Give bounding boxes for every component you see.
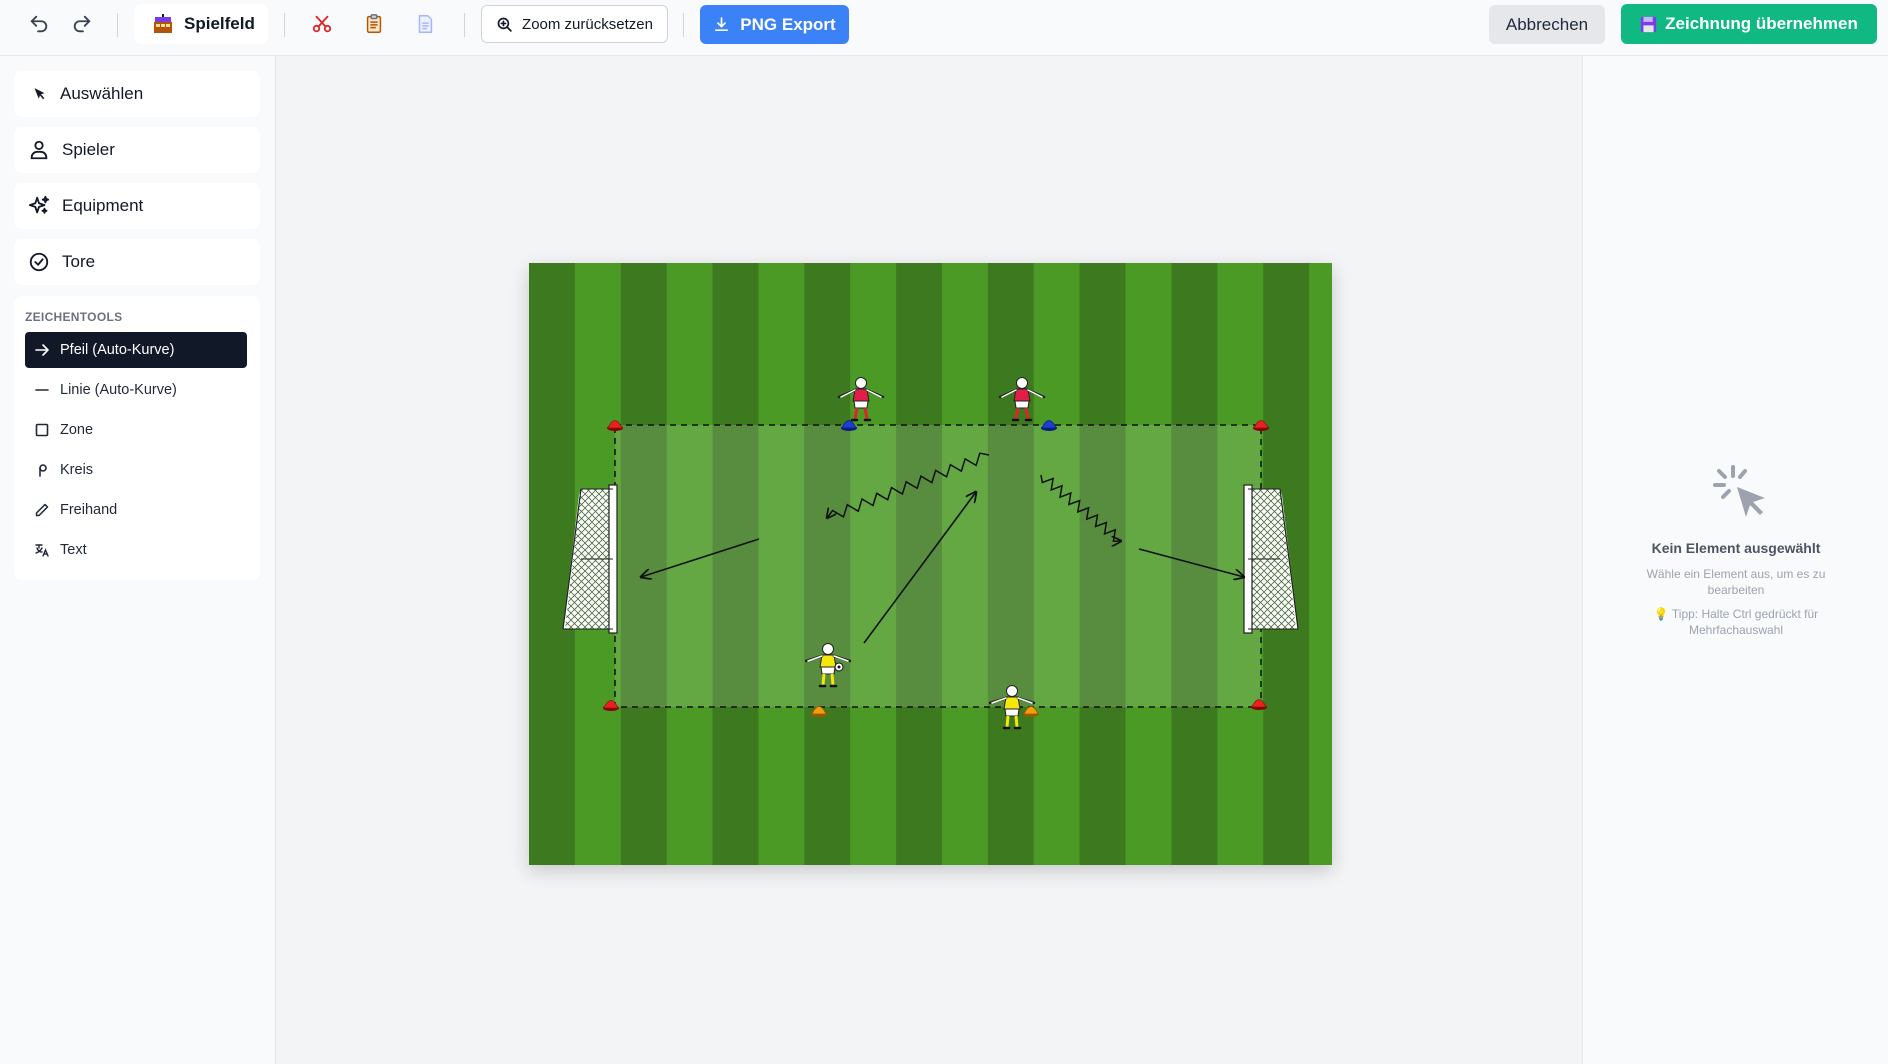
toolbar-separator: [117, 13, 118, 37]
arrow-right-icon: [35, 344, 49, 356]
clipboard-icon: [366, 14, 382, 33]
zoom-reset-button[interactable]: Zoom zurücksetzen: [481, 5, 668, 43]
toolbar: Spielfeld Zoom zurücksetzen PNG Export A…: [0, 0, 1888, 56]
line-icon: [35, 389, 49, 391]
field-label: Spielfeld: [184, 14, 255, 33]
sidebar-item-equipment[interactable]: Equipment: [14, 183, 260, 229]
toolbar-separator: [284, 13, 285, 37]
toolbar-separator: [464, 13, 465, 37]
zoom-icon: [497, 17, 512, 32]
drawing-canvas[interactable]: [277, 56, 1582, 1064]
cursor-icon: [34, 87, 45, 99]
tool-text[interactable]: Text: [25, 532, 247, 568]
pitch-stripe: [1309, 263, 1332, 865]
text-icon: [35, 544, 49, 557]
zoom-reset-label: Zoom zurücksetzen: [522, 15, 653, 33]
accept-drawing-button[interactable]: Zeichnung übernehmen: [1621, 4, 1877, 44]
sidebar-item-label: Spieler: [62, 140, 115, 159]
tool-label: Text: [60, 542, 87, 558]
png-export-label: PNG Export: [740, 14, 836, 34]
empty-state-subtitle: Wähle ein Element aus, um es zu bearbeit…: [1646, 567, 1826, 597]
pitch-stripe: [529, 263, 576, 865]
tool-line[interactable]: Linie (Auto-Kurve): [25, 372, 247, 408]
accept-drawing-label: Zeichnung übernehmen: [1665, 14, 1858, 33]
square-icon: [35, 423, 49, 437]
cancel-label: Abbrechen: [1505, 14, 1589, 34]
properties-panel: Kein Element ausgewählt Wähle ein Elemen…: [1582, 56, 1888, 1064]
cut-button[interactable]: [305, 7, 339, 41]
tool-circle[interactable]: Kreis: [25, 452, 247, 488]
pointer-click-icon: [1713, 465, 1765, 517]
drawing-tools-title: ZEICHENTOOLS: [25, 310, 123, 324]
sidebar-item-players[interactable]: Spieler: [14, 127, 260, 173]
pencil-icon: [35, 503, 49, 517]
empty-state-title: Kein Element ausgewählt: [1651, 540, 1821, 556]
save-icon: [1641, 16, 1657, 32]
person-icon: [30, 140, 48, 160]
sidebar-item-label: Equipment: [62, 196, 144, 215]
tool-label: Freihand: [60, 502, 118, 518]
drawn-zone[interactable]: [614, 424, 1262, 708]
drawing-tools-panel: ZEICHENTOOLS Pfeil (Auto-Kurve) Linie (A…: [14, 296, 260, 580]
field-icon: [154, 14, 172, 33]
sidebar: Auswählen Spieler Equipment Tore ZEICHEN…: [0, 56, 276, 1064]
tool-zone[interactable]: Zone: [25, 412, 247, 448]
document-button[interactable]: [408, 7, 442, 41]
empty-state-tip: 💡 Tipp: Halte Ctrl gedrückt für Mehrfach…: [1653, 607, 1819, 637]
tool-label: Linie (Auto-Kurve): [60, 382, 177, 398]
sparkles-icon: [28, 195, 50, 214]
undo-button[interactable]: [22, 7, 56, 41]
tool-freehand[interactable]: Freihand: [25, 492, 247, 528]
cancel-button[interactable]: Abbrechen: [1489, 5, 1605, 44]
sidebar-item-goals[interactable]: Tore: [14, 239, 260, 285]
tool-arrow[interactable]: Pfeil (Auto-Kurve): [25, 332, 247, 368]
circle-icon: [39, 464, 47, 477]
sidebar-item-label: Tore: [62, 252, 96, 271]
toolbar-separator: [683, 13, 684, 37]
tool-label: Kreis: [60, 462, 94, 478]
png-export-button[interactable]: PNG Export: [700, 5, 849, 44]
tool-label: Zone: [60, 422, 94, 438]
field-button[interactable]: Spielfeld: [134, 4, 268, 44]
pitch[interactable]: [529, 263, 1332, 865]
undo-icon: [30, 15, 48, 33]
check-circle-icon: [29, 252, 49, 272]
sidebar-item-label: Auswählen: [60, 84, 144, 103]
download-icon: [715, 17, 729, 32]
document-icon: [418, 15, 433, 33]
paste-button[interactable]: [357, 7, 391, 41]
ball[interactable]: [834, 662, 844, 672]
pitch-drawing[interactable]: [529, 263, 1332, 865]
redo-icon: [73, 15, 91, 33]
redo-button[interactable]: [65, 7, 99, 41]
cut-icon: [312, 15, 332, 33]
sidebar-item-select[interactable]: Auswählen: [14, 71, 260, 117]
tool-label: Pfeil (Auto-Kurve): [60, 342, 175, 358]
